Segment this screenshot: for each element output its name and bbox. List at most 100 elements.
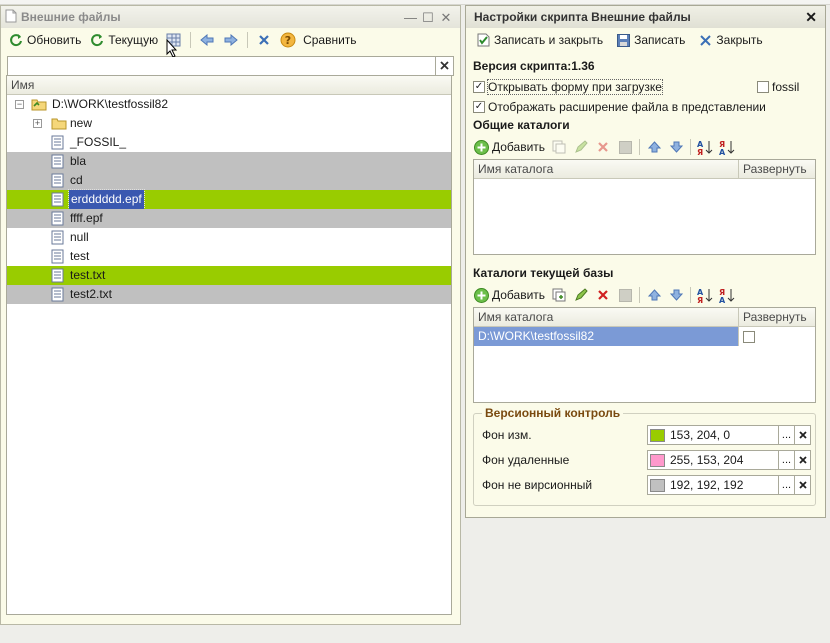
refresh-label: Обновить bbox=[27, 33, 82, 47]
version-control-title: Версионный контроль bbox=[482, 406, 624, 420]
copy-icon[interactable] bbox=[551, 287, 567, 303]
tree-file-row[interactable]: null bbox=[7, 228, 451, 247]
common-catalogs-grid: Имя каталога Развернуть bbox=[473, 159, 816, 255]
move-up-icon[interactable] bbox=[646, 287, 662, 303]
settings-button[interactable] bbox=[163, 30, 185, 58]
sort-ascending-icon[interactable]: AЯ bbox=[697, 139, 713, 155]
base-add-button[interactable]: Добавить bbox=[473, 287, 545, 303]
current-button[interactable]: Текущую bbox=[86, 30, 161, 50]
back-button[interactable] bbox=[196, 30, 218, 50]
tree-file-row[interactable]: cd bbox=[7, 171, 451, 190]
delete-red-x-icon[interactable] bbox=[595, 139, 611, 155]
tree-column-header[interactable]: Имя bbox=[7, 76, 451, 95]
move-up-icon[interactable] bbox=[646, 139, 662, 155]
search-input[interactable] bbox=[7, 56, 436, 76]
base-add-label: Добавить bbox=[492, 288, 546, 302]
common-col-expand[interactable]: Развернуть bbox=[739, 160, 815, 178]
svg-text:Я: Я bbox=[697, 148, 703, 155]
common-col-name[interactable]: Имя каталога bbox=[474, 160, 739, 178]
changed-clear-button[interactable] bbox=[795, 425, 811, 445]
move-down-icon[interactable] bbox=[668, 287, 684, 303]
minimize-icon[interactable]: — bbox=[404, 11, 417, 24]
refresh-button[interactable]: Обновить bbox=[5, 30, 84, 50]
tree-item-label: new bbox=[70, 116, 93, 130]
deleted-color-value: 255, 153, 204 bbox=[670, 453, 744, 467]
copy-icon[interactable] bbox=[551, 139, 567, 155]
files-tree: Имя − D:\WORK\testfossil82 + new _FOSSIL_ bla… bbox=[6, 75, 452, 615]
base-catalogs-toolbar: Добавить AЯ ЯA bbox=[473, 284, 735, 306]
delete-button[interactable] bbox=[253, 30, 275, 50]
fossil-check[interactable] bbox=[757, 81, 769, 93]
open-on-load-checkbox[interactable]: ✓ Открывать форму при загрузке bbox=[473, 79, 663, 95]
file-icon bbox=[51, 211, 65, 226]
disk-icon[interactable] bbox=[617, 139, 633, 155]
collapse-icon[interactable]: − bbox=[15, 100, 24, 109]
tree-item-label: test2.txt bbox=[70, 287, 113, 301]
disk-icon[interactable] bbox=[617, 287, 633, 303]
changed-color-swatch bbox=[650, 428, 665, 442]
current-label: Текущую bbox=[108, 33, 159, 47]
search-clear-button[interactable] bbox=[436, 56, 454, 76]
open-on-load-label: Открывать форму при загрузке bbox=[487, 79, 663, 95]
changed-color-label: Фон изм. bbox=[482, 428, 532, 442]
folder-icon bbox=[31, 97, 47, 112]
delete-red-x-icon[interactable] bbox=[595, 287, 611, 303]
compare-button[interactable]: ? Сравнить bbox=[277, 30, 359, 50]
settings-close-icon[interactable]: ✕ bbox=[805, 9, 817, 26]
tree-file-row[interactable]: erdddddd.epf bbox=[7, 189, 451, 210]
base-col-name[interactable]: Имя каталога bbox=[474, 308, 739, 326]
forward-button[interactable] bbox=[220, 30, 242, 50]
tree-root-row[interactable]: − D:\WORK\testfossil82 bbox=[7, 95, 451, 114]
common-add-button[interactable]: Добавить bbox=[473, 139, 545, 155]
save-button[interactable]: Записать bbox=[612, 30, 688, 50]
sort-descending-icon[interactable]: ЯA bbox=[719, 287, 735, 303]
unversioned-choose-button[interactable]: ... bbox=[779, 475, 795, 495]
show-extension-check[interactable]: ✓ bbox=[473, 101, 485, 113]
base-col-expand[interactable]: Развернуть bbox=[739, 308, 815, 326]
deleted-clear-button[interactable] bbox=[795, 450, 811, 470]
open-on-load-check[interactable]: ✓ bbox=[473, 81, 485, 93]
tree-file-row[interactable]: ffff.epf bbox=[7, 209, 451, 228]
refresh-current-icon bbox=[89, 32, 105, 48]
maximize-icon[interactable]: ☐ bbox=[422, 11, 434, 24]
unversioned-color-row: Фон не вирсионный 192, 192, 192 ... bbox=[474, 475, 815, 495]
unversioned-color-value: 192, 192, 192 bbox=[670, 478, 744, 492]
file-icon bbox=[51, 192, 65, 207]
sort-ascending-icon[interactable]: AЯ bbox=[697, 287, 713, 303]
tree-item-label: null bbox=[70, 230, 89, 244]
table-row[interactable]: D:\WORK\testfossil82 bbox=[474, 327, 815, 346]
deleted-color-swatch bbox=[650, 453, 665, 467]
expand-checkbox[interactable] bbox=[743, 330, 755, 343]
unversioned-clear-button[interactable] bbox=[795, 475, 811, 495]
fossil-checkbox[interactable]: fossil bbox=[757, 80, 799, 94]
tree-file-row[interactable]: test.txt bbox=[7, 266, 451, 285]
expand-icon[interactable]: + bbox=[33, 119, 42, 128]
tree-file-row[interactable]: bla bbox=[7, 152, 451, 171]
clear-x-icon bbox=[798, 481, 807, 489]
svg-text:?: ? bbox=[285, 34, 291, 47]
refresh-icon bbox=[8, 32, 24, 48]
unversioned-color-field[interactable]: 192, 192, 192 ... bbox=[647, 475, 811, 495]
changed-choose-button[interactable]: ... bbox=[779, 425, 795, 445]
tree-file-row[interactable]: test bbox=[7, 247, 451, 266]
move-down-icon[interactable] bbox=[668, 139, 684, 155]
deleted-choose-button[interactable]: ... bbox=[779, 450, 795, 470]
show-extension-checkbox[interactable]: ✓ Отображать расширение файла в представ… bbox=[473, 100, 766, 114]
file-icon bbox=[51, 173, 65, 188]
close-button[interactable]: Закрыть bbox=[694, 30, 765, 50]
tree-file-row[interactable]: test2.txt bbox=[7, 285, 451, 304]
tree-item-label: test.txt bbox=[70, 268, 106, 282]
save-and-close-button[interactable]: Записать и закрыть bbox=[472, 30, 606, 50]
tree-file-row[interactable]: _FOSSIL_ bbox=[7, 133, 451, 152]
compare-label: Сравнить bbox=[303, 33, 357, 47]
edit-pencil-icon[interactable] bbox=[573, 287, 589, 303]
close-icon[interactable]: ✕ bbox=[440, 11, 452, 24]
mouse-cursor-icon bbox=[166, 38, 178, 60]
tree-folder-row[interactable]: + new bbox=[7, 114, 451, 133]
edit-pencil-icon[interactable] bbox=[573, 139, 589, 155]
catalog-name-cell[interactable]: D:\WORK\testfossil82 bbox=[474, 327, 739, 346]
changed-color-field[interactable]: 153, 204, 0 ... bbox=[647, 425, 811, 445]
sort-descending-icon[interactable]: ЯA bbox=[719, 139, 735, 155]
deleted-color-field[interactable]: 255, 153, 204 ... bbox=[647, 450, 811, 470]
toolbar-separator bbox=[247, 32, 249, 48]
